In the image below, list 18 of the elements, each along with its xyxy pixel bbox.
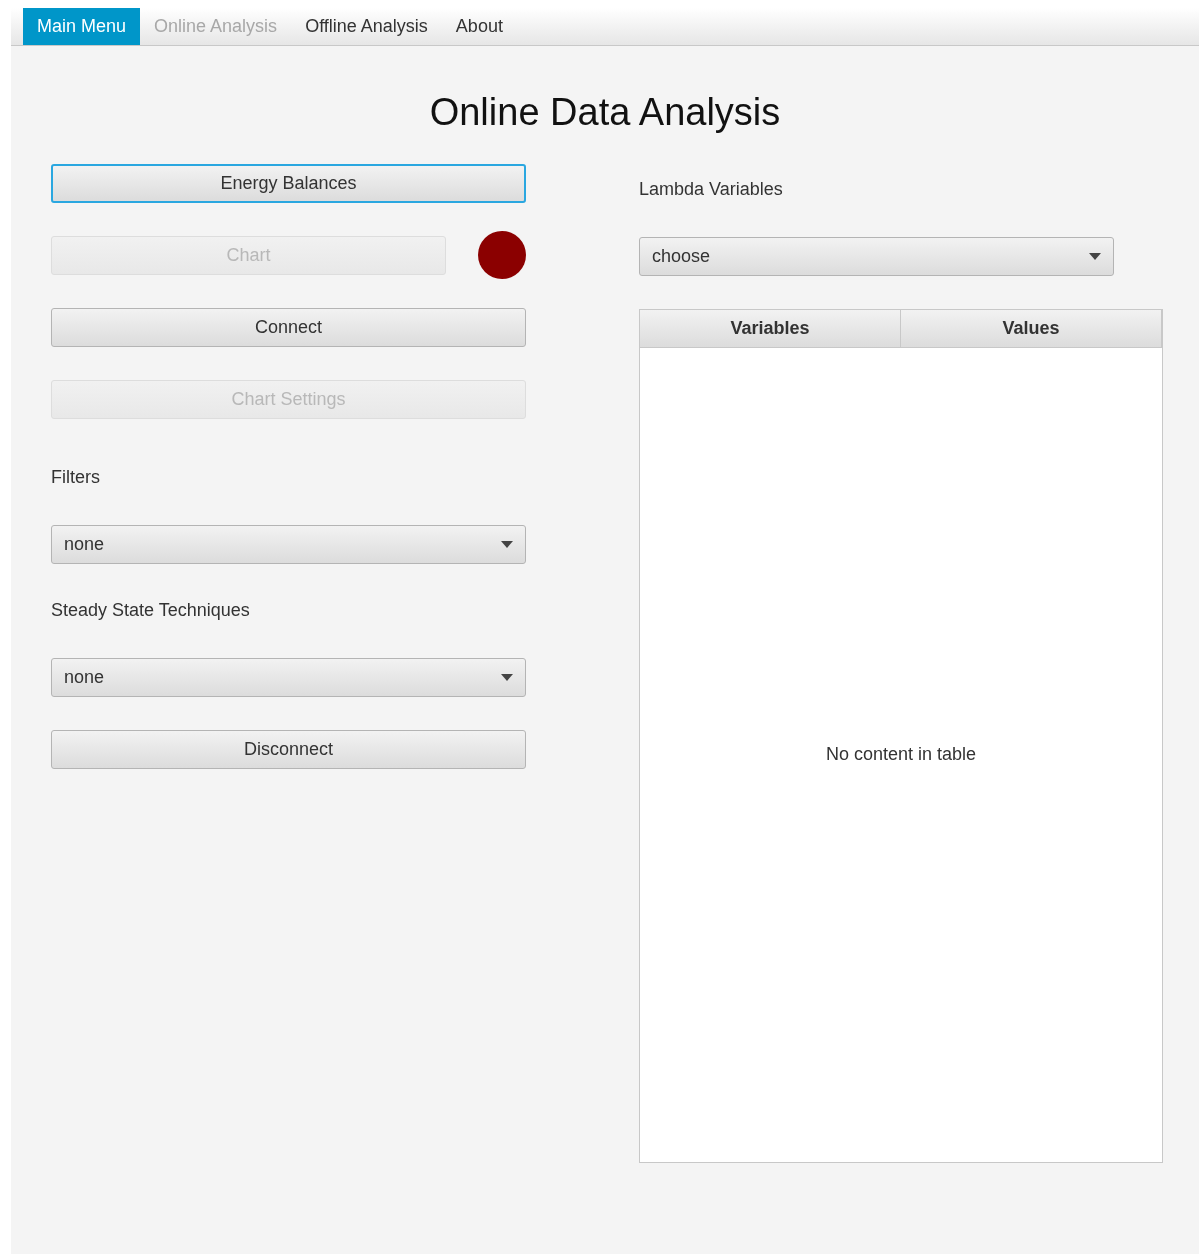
dropdown[interactable]: choose: [639, 236, 1114, 276]
dropdown[interactable]: none: [51, 524, 526, 564]
field-label: Filters: [51, 466, 100, 487]
column-header[interactable]: Values: [901, 309, 1162, 347]
menu-tab[interactable]: About: [441, 8, 517, 45]
dropdown[interactable]: none: [51, 657, 526, 697]
menu-tab[interactable]: Offline Analysis: [291, 8, 442, 45]
empty-message: No content in table: [825, 743, 977, 767]
button[interactable]: Disconnect: [51, 729, 526, 769]
field-label: Steady State Techniques: [51, 599, 250, 620]
page-title: Online Data Analysis: [429, 91, 781, 133]
column-header[interactable]: Variables: [640, 309, 901, 347]
field-label: Lambda Variables: [639, 178, 783, 199]
button[interactable]: Energy Balances: [51, 163, 526, 203]
caret-icon: [1089, 252, 1101, 260]
caret-icon: [501, 673, 513, 681]
button[interactable]: Connect: [51, 307, 526, 347]
caret-icon: [501, 540, 513, 548]
